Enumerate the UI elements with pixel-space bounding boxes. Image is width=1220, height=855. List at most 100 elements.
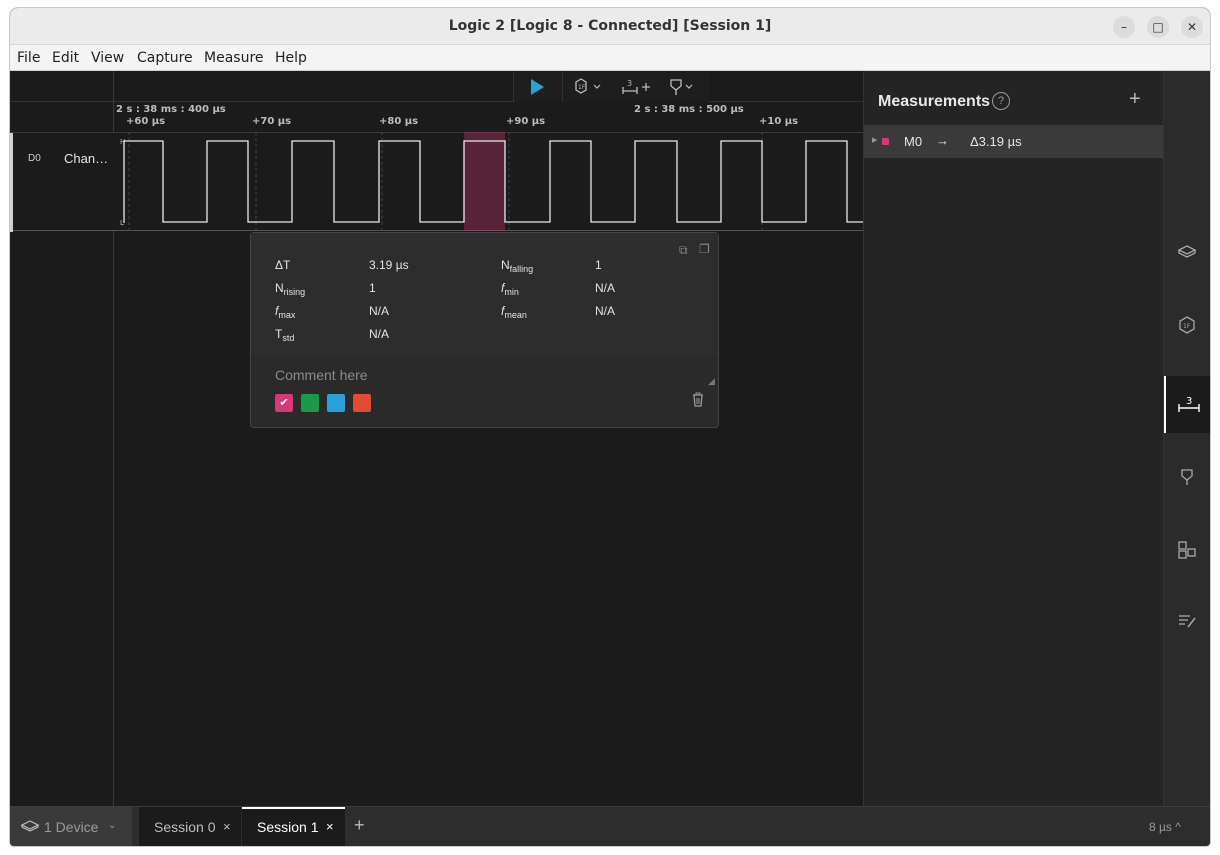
maximize-button[interactable]: □ (1147, 16, 1169, 38)
channel-number: D0 (28, 153, 41, 164)
zoom-level[interactable]: 8 µs ^ (1149, 820, 1181, 834)
notes-panel-button[interactable] (1176, 610, 1198, 632)
tstd-value: N/A (369, 327, 390, 341)
tstd-label: Tstd (275, 327, 295, 343)
time-ruler[interactable]: 2 s : 38 ms : 400 µs 2 s : 38 ms : 500 µ… (114, 102, 863, 132)
toolbar-divider (562, 71, 563, 102)
fmax-label: fmax (275, 304, 296, 320)
extensions-icon (1178, 541, 1196, 559)
channel-name[interactable]: Chan… (64, 151, 108, 166)
channel-color-bar (10, 133, 13, 232)
color-swatch-green[interactable] (301, 394, 319, 412)
trigger-panel-button[interactable]: 1F (1176, 314, 1198, 336)
measurement-row[interactable]: ▶ M0 → Δ3.19 µs (864, 125, 1164, 158)
dt-value: 3.19 µs (369, 258, 409, 272)
trigger-dropdown-button[interactable]: 1F (572, 77, 606, 97)
measurement-popup: ⧉ ❐ ΔT 3.19 µs Nrising 1 fmax N/A Tstd N… (250, 232, 719, 428)
expand-chevron-icon[interactable]: ▶ (872, 136, 877, 144)
nrising-value: 1 (369, 281, 376, 295)
marker-icon (670, 79, 693, 95)
nfalling-label: Nfalling (501, 258, 534, 274)
add-measurement-button[interactable]: + (1129, 88, 1141, 111)
chevron-down-icon: ⌄ (108, 820, 117, 831)
nfalling-value: 1 (595, 258, 602, 272)
play-icon (531, 79, 544, 95)
capture-toolbar: 1F 3 (513, 71, 709, 102)
delete-measurement-button[interactable] (691, 392, 705, 410)
measurement-name: M0 (904, 134, 923, 149)
add-session-button[interactable]: + (354, 815, 365, 836)
measurement-highlight (464, 132, 505, 231)
measurements-panel: Measurements ? + ▶ M0 → Δ3.19 µs (863, 71, 1164, 806)
menu-capture[interactable]: Capture (137, 50, 193, 66)
menu-bar: File Edit View Capture Measure Help (10, 45, 1210, 71)
fmin-value: N/A (595, 281, 616, 295)
device-label: 1 Device (44, 819, 99, 835)
tab-label: Session 0 (154, 819, 216, 835)
ruler-tick-label: +10 µs (759, 116, 799, 127)
extensions-panel-button[interactable] (1176, 539, 1198, 561)
comment-input[interactable]: Comment here (275, 367, 368, 383)
fmean-label: fmean (501, 304, 527, 320)
close-icon[interactable]: × (223, 819, 231, 834)
toolbar-strip (10, 71, 863, 102)
device-settings-button[interactable] (1176, 241, 1198, 263)
analyzer-count: 3 (627, 79, 632, 88)
waveform-d0[interactable]: H L (114, 132, 863, 231)
trigger-icon: 1F (1179, 316, 1195, 334)
tab-session-1[interactable]: Session 1 × (242, 807, 345, 846)
tab-session-0[interactable]: Session 0 × (139, 807, 241, 846)
menu-view[interactable]: View (91, 50, 124, 66)
menu-help[interactable]: Help (275, 50, 307, 66)
measurement-value: Δ3.19 µs (970, 134, 1022, 149)
device-selector[interactable]: 1 Device ⌄ (10, 807, 132, 846)
device-icon (20, 820, 40, 832)
title-bar: Logic 2 [Logic 8 - Connected] [Session 1… (10, 8, 1210, 45)
add-analyzer-button[interactable]: 3 (620, 77, 654, 97)
minimize-button[interactable]: – (1113, 16, 1135, 38)
ruler-tick-label: +60 µs (126, 116, 166, 127)
copy-icon[interactable]: ❐ (699, 242, 710, 256)
menu-measure[interactable]: Measure (204, 50, 264, 66)
ruler-left-timestamp: 2 s : 38 ms : 400 µs (116, 104, 226, 115)
svg-text:1F: 1F (578, 84, 586, 91)
measurement-color-dot (882, 138, 889, 145)
marker-icon (1181, 469, 1193, 485)
notes-icon (1179, 615, 1196, 628)
color-swatch-pink[interactable]: ✔ (275, 394, 293, 412)
measure-add-icon: 3 (622, 79, 650, 94)
fmax-value: N/A (369, 304, 390, 318)
trash-icon (693, 392, 703, 407)
measure-icon: 3 (1178, 396, 1200, 412)
resize-handle-icon[interactable]: ◢ (708, 376, 715, 387)
fmean-value: N/A (595, 304, 616, 318)
analyzer-badge: 3 (1186, 396, 1192, 407)
menu-file[interactable]: File (17, 50, 40, 66)
side-bar: 1F 3 (1163, 71, 1210, 806)
ruler-tick-label: +90 µs (506, 116, 546, 127)
analyzers-panel-button[interactable]: 3 (1164, 376, 1210, 433)
ruler-right-timestamp: 2 s : 38 ms : 500 µs (634, 104, 744, 115)
tab-label: Session 1 (257, 819, 319, 835)
marker-dropdown-button[interactable] (666, 77, 700, 97)
svg-text:1F: 1F (1183, 323, 1191, 330)
app-window: Logic 2 [Logic 8 - Connected] [Session 1… (10, 8, 1210, 846)
device-icon (1177, 245, 1197, 258)
color-swatch-red[interactable] (353, 394, 371, 412)
start-capture-button[interactable] (528, 77, 548, 97)
pin-icon[interactable]: ⧉ (679, 243, 688, 258)
arrow-right-icon: → (936, 133, 949, 148)
color-swatch-blue[interactable] (327, 394, 345, 412)
help-icon[interactable]: ? (992, 92, 1010, 110)
markers-panel-button[interactable] (1176, 467, 1198, 489)
window-title: Logic 2 [Logic 8 - Connected] [Session 1… (448, 18, 772, 34)
ruler-tick-label: +70 µs (252, 116, 292, 127)
bottom-bar: 1 Device ⌄ Session 0 × Session 1 × + 8 µ… (10, 806, 1210, 846)
ruler-tick-label: +80 µs (379, 116, 419, 127)
dt-label: ΔT (275, 258, 291, 272)
measurement-stats: ⧉ ❐ ΔT 3.19 µs Nrising 1 fmax N/A Tstd N… (251, 233, 718, 355)
measurements-title: Measurements (878, 93, 991, 110)
close-icon[interactable]: × (326, 819, 334, 834)
menu-edit[interactable]: Edit (52, 50, 79, 66)
close-button[interactable]: ✕ (1181, 16, 1203, 38)
